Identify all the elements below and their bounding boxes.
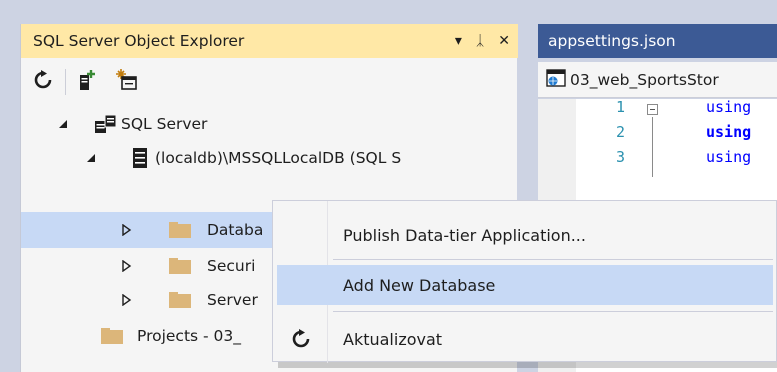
menu-separator xyxy=(333,311,773,312)
expanded-triangle-icon[interactable] xyxy=(85,152,97,164)
code-line: 1 using xyxy=(576,98,777,122)
panel-title: SQL Server Object Explorer xyxy=(33,32,245,50)
expanded-triangle-icon[interactable] xyxy=(57,118,69,130)
tree-item-label: (localdb)\MSSQLLocalDB (SQL S xyxy=(155,149,402,167)
pin-icon[interactable]: ᛣ xyxy=(476,34,484,48)
tree-item-label: SQL Server xyxy=(121,115,208,133)
line-number: 1 xyxy=(616,98,626,116)
menu-item-aktualizovat[interactable]: Aktualizovat xyxy=(273,319,777,359)
tab-label: appsettings.json xyxy=(548,32,676,50)
folder-icon xyxy=(101,328,123,344)
sql-server-icon xyxy=(95,114,117,137)
menu-item-publish-data-tier[interactable]: Publish Data-tier Application... xyxy=(273,215,777,255)
menu-separator xyxy=(333,259,773,260)
code-line: 3 using xyxy=(576,148,777,172)
code-line: 2 using xyxy=(576,123,777,147)
menu-item-label: Add New Database xyxy=(343,275,496,295)
tree-item-sql-server[interactable]: SQL Server xyxy=(21,106,518,142)
refresh-icon[interactable] xyxy=(33,70,53,94)
menu-item-add-new-database[interactable]: Add New Database xyxy=(277,265,773,305)
tree-item-label: Securi xyxy=(207,257,256,275)
menu-item-label: Publish Data-tier Application... xyxy=(343,225,586,245)
line-number: 2 xyxy=(616,123,626,141)
refresh-icon xyxy=(291,329,311,353)
tree-item-label: Server xyxy=(207,291,258,309)
context-menu: Publish Data-tier Application... Add New… xyxy=(272,200,777,363)
tab-appsettings[interactable]: appsettings.json xyxy=(548,24,676,58)
panel-title-buttons: ▾ ᛣ ✕ xyxy=(455,24,510,58)
new-query-icon[interactable] xyxy=(116,69,138,95)
panel-toolbar xyxy=(21,62,518,102)
folder-icon xyxy=(169,292,191,308)
menu-item-label: Aktualizovat xyxy=(343,329,443,349)
tree-item-localdb-instance[interactable]: (localdb)\MSSQLLocalDB (SQL S xyxy=(21,140,518,176)
web-project-icon xyxy=(546,68,566,91)
dropdown-icon[interactable]: ▾ xyxy=(455,34,462,48)
editor-tab-bar: appsettings.json xyxy=(538,24,777,58)
toolbar-separator xyxy=(65,69,66,95)
project-selector-label: 03_web_SportsStor xyxy=(570,70,719,89)
panel-titlebar[interactable]: SQL Server Object Explorer ▾ ᛣ ✕ xyxy=(21,24,518,58)
tree-item-label: Projects - 03_ xyxy=(137,327,242,345)
folder-icon xyxy=(169,258,191,274)
add-sql-server-icon[interactable] xyxy=(76,69,98,95)
tree-item-label: Databa xyxy=(207,221,264,239)
line-number: 3 xyxy=(616,148,626,166)
server-instance-icon xyxy=(133,148,147,172)
code-text: using xyxy=(706,123,752,141)
collapsed-triangle-icon[interactable] xyxy=(121,294,133,306)
code-text: using xyxy=(706,98,752,116)
close-icon[interactable]: ✕ xyxy=(498,34,510,48)
collapsed-triangle-icon[interactable] xyxy=(121,224,133,236)
folder-icon xyxy=(169,222,191,238)
editor-navigation-bar[interactable]: 03_web_SportsStor xyxy=(538,62,777,98)
collapsed-triangle-icon[interactable] xyxy=(121,260,133,272)
code-text: using xyxy=(706,148,752,166)
